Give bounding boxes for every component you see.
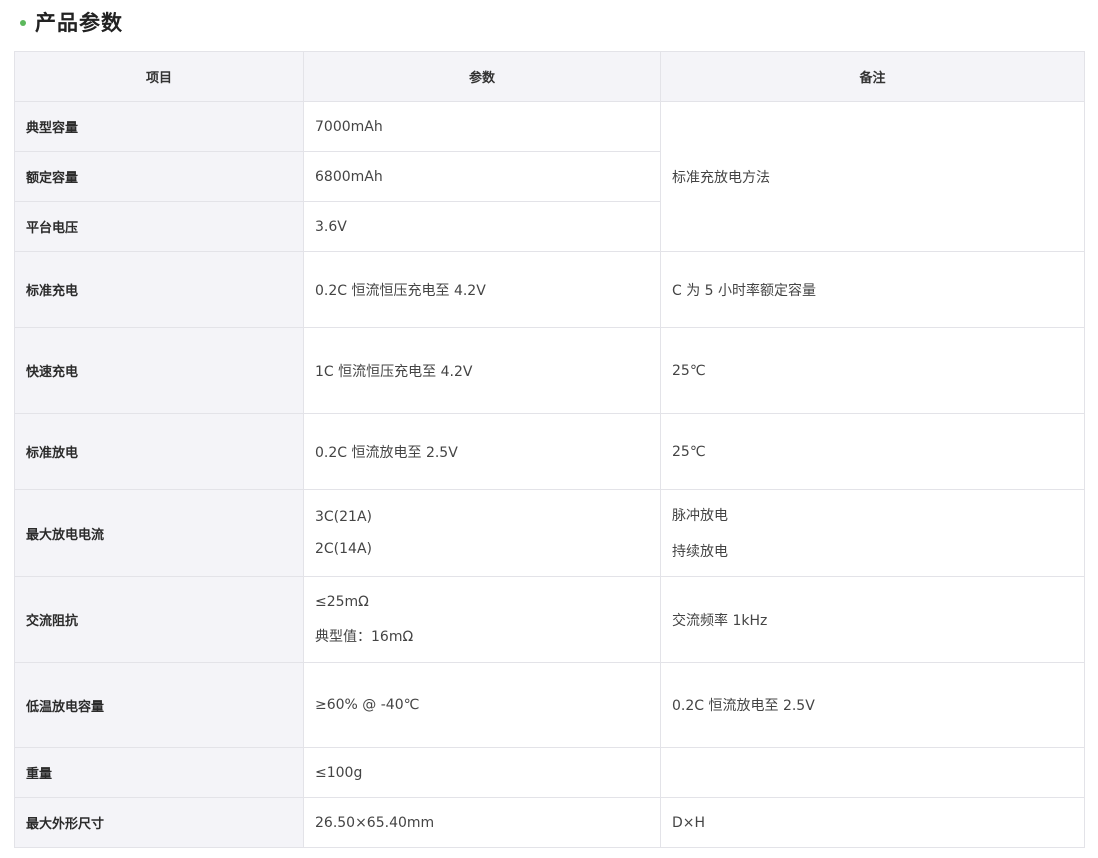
table-row: 标准充电 0.2C 恒流恒压充电至 4.2V C 为 5 小时率额定容量: [14, 251, 1085, 328]
row-param: 3C(21A) 2C(14A): [303, 489, 661, 577]
row-note: 交流频率 1kHz: [660, 576, 1085, 663]
row-item: 快速充电: [14, 327, 304, 414]
section-header: 产品参数: [20, 8, 123, 36]
row-item: 典型容量: [14, 101, 304, 152]
table-row: 最大放电电流 3C(21A) 2C(14A) 脉冲放电 持续放电: [14, 489, 1085, 577]
row-item: 标准充电: [14, 251, 304, 328]
table-row: 标准放电 0.2C 恒流放电至 2.5V 25℃: [14, 413, 1085, 490]
row-item: 交流阻抗: [14, 576, 304, 663]
row-param: 7000mAh: [303, 101, 661, 152]
row-param: 1C 恒流恒压充电至 4.2V: [303, 327, 661, 414]
row-note: C 为 5 小时率额定容量: [660, 251, 1085, 328]
row-param: 3.6V: [303, 201, 661, 252]
table-row: 最大外形尺寸 26.50×65.40mm D×H: [14, 797, 1085, 848]
table-row: 交流阻抗 ≤25mΩ 典型值：16mΩ 交流频率 1kHz: [14, 576, 1085, 663]
row-item: 低温放电容量: [14, 662, 304, 748]
table-header-row: 项目 参数 备注: [14, 51, 1085, 102]
row-item: 最大外形尺寸: [14, 797, 304, 848]
row-note: 标准充放电方法: [660, 101, 1085, 252]
row-param: ≥60% @ -40℃: [303, 662, 661, 748]
table-row: 快速充电 1C 恒流恒压充电至 4.2V 25℃: [14, 327, 1085, 414]
bullet-dot-icon: [20, 20, 26, 26]
row-param: ≤25mΩ 典型值：16mΩ: [303, 576, 661, 663]
param-line: 2C(14A): [315, 541, 372, 557]
row-item: 平台电压: [14, 201, 304, 252]
header-item: 项目: [14, 51, 304, 102]
row-item: 标准放电: [14, 413, 304, 490]
row-note: 25℃: [660, 327, 1085, 414]
row-note: 0.2C 恒流放电至 2.5V: [660, 662, 1085, 748]
row-note: D×H: [660, 797, 1085, 848]
note-line: 脉冲放电: [672, 508, 728, 524]
param-line: ≤25mΩ: [315, 593, 369, 610]
table-row: 重量 ≤100g: [14, 747, 1085, 798]
row-note: [660, 747, 1085, 798]
row-item: 最大放电电流: [14, 489, 304, 577]
table-row: 典型容量 7000mAh 标准充放电方法: [14, 101, 1085, 252]
row-param: 26.50×65.40mm: [303, 797, 661, 848]
product-params-table: 项目 参数 备注 典型容量 7000mAh 标准充放电方法 额定容量 6800m…: [14, 51, 1085, 848]
header-param: 参数: [303, 51, 661, 102]
param-line: 3C(21A): [315, 509, 372, 525]
row-item: 额定容量: [14, 151, 304, 202]
row-note: 25℃: [660, 413, 1085, 490]
row-param: 0.2C 恒流放电至 2.5V: [303, 413, 661, 490]
row-param: 0.2C 恒流恒压充电至 4.2V: [303, 251, 661, 328]
row-item: 重量: [14, 747, 304, 798]
header-note: 备注: [660, 51, 1085, 102]
table-row: 低温放电容量 ≥60% @ -40℃ 0.2C 恒流放电至 2.5V: [14, 662, 1085, 748]
note-line: 持续放电: [672, 544, 728, 560]
row-param: 6800mAh: [303, 151, 661, 202]
param-line: 典型值：16mΩ: [315, 628, 414, 645]
section-title: 产品参数: [35, 11, 123, 35]
row-param: ≤100g: [303, 747, 661, 798]
row-note: 脉冲放电 持续放电: [660, 489, 1085, 577]
